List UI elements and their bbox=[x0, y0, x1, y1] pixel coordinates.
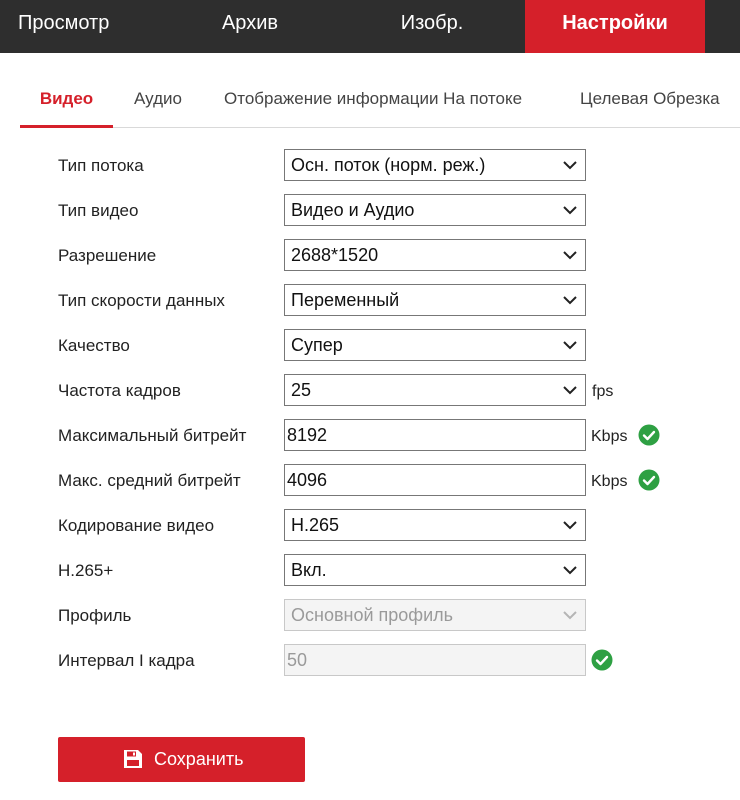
bitrate-type-select[interactable]: Переменный bbox=[284, 284, 586, 316]
chevron-down-icon bbox=[563, 384, 577, 396]
row-bitrate-type: Тип скорости данных Переменный bbox=[58, 284, 718, 318]
row-quality: Качество Супер bbox=[58, 329, 718, 363]
profile-select: Основной профиль bbox=[284, 599, 586, 631]
nav-settings[interactable]: Настройки bbox=[525, 0, 705, 53]
tab-audio[interactable]: Аудио bbox=[134, 80, 182, 128]
row-max-bitrate: Максимальный битрейт Kbps bbox=[58, 419, 718, 453]
frame-rate-label: Частота кадров bbox=[58, 381, 181, 400]
avg-bitrate-input[interactable] bbox=[284, 464, 586, 496]
frame-rate-select[interactable]: 25 bbox=[284, 374, 586, 406]
max-bitrate-label: Максимальный битрейт bbox=[58, 426, 247, 445]
h265-plus-select[interactable]: Вкл. bbox=[284, 554, 586, 586]
avg-bitrate-unit: Kbps bbox=[591, 473, 628, 490]
i-frame-interval-label: Интервал I кадра bbox=[58, 651, 195, 670]
video-encoding-label: Кодирование видео bbox=[58, 516, 215, 535]
row-stream-type: Тип потока Осн. поток (норм. реж.) bbox=[58, 149, 718, 183]
bitrate-type-value: Переменный bbox=[291, 290, 400, 310]
tab-video[interactable]: Видео bbox=[20, 80, 113, 128]
resolution-select[interactable]: 2688*1520 bbox=[284, 239, 586, 271]
profile-label: Профиль bbox=[58, 606, 132, 625]
top-nav-bar: Просмотр Архив Изобр. Настройки bbox=[0, 0, 740, 53]
video-type-value: Видео и Аудио bbox=[291, 200, 415, 220]
bitrate-type-label: Тип скорости данных bbox=[58, 291, 225, 310]
video-encoding-value: H.265 bbox=[291, 515, 340, 535]
chevron-down-icon bbox=[563, 159, 577, 171]
resolution-label: Разрешение bbox=[58, 246, 157, 265]
quality-label: Качество bbox=[58, 336, 130, 355]
row-profile: Профиль Основной профиль bbox=[58, 599, 718, 633]
chevron-down-icon bbox=[563, 339, 577, 351]
row-frame-rate: Частота кадров 25 fps bbox=[58, 374, 718, 408]
row-avg-bitrate: Макс. средний битрейт Kbps bbox=[58, 464, 718, 498]
resolution-value: 2688*1520 bbox=[291, 245, 379, 265]
avg-bitrate-label: Макс. средний битрейт bbox=[58, 471, 241, 490]
check-circle-icon bbox=[591, 649, 613, 671]
max-bitrate-input[interactable] bbox=[284, 419, 586, 451]
row-video-type: Тип видео Видео и Аудио bbox=[58, 194, 718, 228]
check-circle-icon bbox=[638, 469, 660, 491]
stream-type-label: Тип потока bbox=[58, 156, 144, 175]
profile-value: Основной профиль bbox=[291, 605, 454, 625]
max-bitrate-unit: Kbps bbox=[591, 428, 628, 445]
nav-archive[interactable]: Архив bbox=[180, 0, 320, 53]
chevron-down-icon bbox=[563, 294, 577, 306]
nav-image[interactable]: Изобр. bbox=[362, 0, 502, 53]
chevron-down-icon bbox=[563, 519, 577, 531]
sub-tabs: Видео Аудио Отображение информации На по… bbox=[20, 80, 740, 128]
stream-type-select[interactable]: Осн. поток (норм. реж.) bbox=[284, 149, 586, 181]
chevron-down-icon bbox=[563, 204, 577, 216]
h265-plus-label: H.265+ bbox=[58, 561, 114, 580]
h265-plus-value: Вкл. bbox=[291, 560, 327, 580]
i-frame-interval-input bbox=[284, 644, 586, 676]
save-button[interactable]: Сохранить bbox=[58, 737, 305, 782]
chevron-down-icon bbox=[563, 564, 577, 576]
row-i-frame-interval: Интервал I кадра bbox=[58, 644, 718, 678]
video-encoding-select[interactable]: H.265 bbox=[284, 509, 586, 541]
save-button-label: Сохранить bbox=[154, 749, 244, 769]
row-h265-plus: H.265+ Вкл. bbox=[58, 554, 718, 588]
tab-osd-on-stream[interactable]: Отображение информации На потоке bbox=[224, 80, 522, 128]
chevron-down-icon bbox=[563, 609, 577, 621]
check-circle-icon bbox=[638, 424, 660, 446]
quality-select[interactable]: Супер bbox=[284, 329, 586, 361]
stream-type-value: Осн. поток (норм. реж.) bbox=[291, 155, 486, 175]
video-type-select[interactable]: Видео и Аудио bbox=[284, 194, 586, 226]
video-type-label: Тип видео bbox=[58, 201, 139, 220]
row-resolution: Разрешение 2688*1520 bbox=[58, 239, 718, 273]
tab-target-cropping[interactable]: Целевая Обрезка bbox=[580, 80, 720, 128]
nav-preview[interactable]: Просмотр bbox=[0, 0, 140, 53]
frame-rate-unit: fps bbox=[592, 383, 614, 400]
row-video-encoding: Кодирование видео H.265 bbox=[58, 509, 718, 543]
quality-value: Супер bbox=[291, 335, 343, 355]
chevron-down-icon bbox=[563, 249, 577, 261]
frame-rate-value: 25 bbox=[291, 380, 312, 400]
save-icon bbox=[122, 748, 144, 770]
